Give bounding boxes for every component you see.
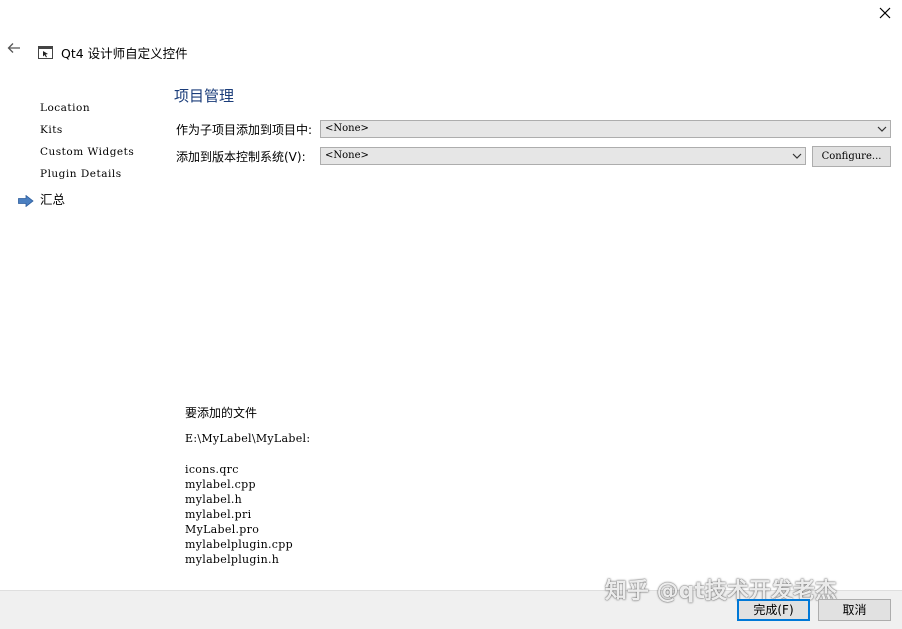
- window-title: Qt4 设计师自定义控件: [61, 46, 188, 61]
- add-to-project-label: 作为子项目添加到项目中:: [176, 123, 313, 137]
- right-arrow-icon: [18, 192, 34, 208]
- nav-item-summary[interactable]: 汇总: [40, 189, 65, 208]
- version-control-label: 添加到版本控制系统(V):: [176, 150, 306, 164]
- file-item: mylabelplugin.cpp: [185, 538, 293, 551]
- version-control-value: <None>: [325, 150, 369, 161]
- chevron-down-icon: [792, 153, 802, 159]
- nav-item-kits[interactable]: Kits: [40, 124, 63, 136]
- page-heading: 项目管理: [174, 87, 235, 105]
- file-item: icons.qrc: [185, 463, 239, 476]
- add-to-project-value: <None>: [325, 123, 369, 134]
- back-button[interactable]: [6, 40, 26, 60]
- cancel-button[interactable]: 取消: [818, 599, 891, 621]
- file-item: mylabel.cpp: [185, 478, 256, 491]
- files-path: E:\MyLabel\MyLabel:: [185, 432, 311, 445]
- close-icon: [879, 7, 891, 19]
- file-item: MyLabel.pro: [185, 523, 260, 536]
- finish-button[interactable]: 完成(F): [737, 599, 810, 621]
- nav-item-location[interactable]: Location: [40, 102, 90, 114]
- nav-item-custom-widgets[interactable]: Custom Widgets: [40, 146, 134, 158]
- configure-button[interactable]: Configure...: [812, 146, 891, 167]
- files-heading: 要添加的文件: [185, 406, 258, 420]
- file-item: mylabel.h: [185, 493, 243, 506]
- close-button[interactable]: [872, 2, 898, 24]
- file-item: mylabel.pri: [185, 508, 252, 521]
- app-window-icon: [38, 44, 53, 59]
- back-arrow-icon: [7, 43, 20, 53]
- add-to-project-combo[interactable]: <None>: [320, 120, 891, 138]
- file-item: mylabelplugin.h: [185, 553, 280, 566]
- version-control-combo[interactable]: <None>: [320, 147, 806, 165]
- file-list: icons.qrc mylabel.cpp mylabel.h mylabel.…: [185, 462, 293, 567]
- nav-item-plugin-details[interactable]: Plugin Details: [40, 168, 122, 180]
- chevron-down-icon: [877, 126, 887, 132]
